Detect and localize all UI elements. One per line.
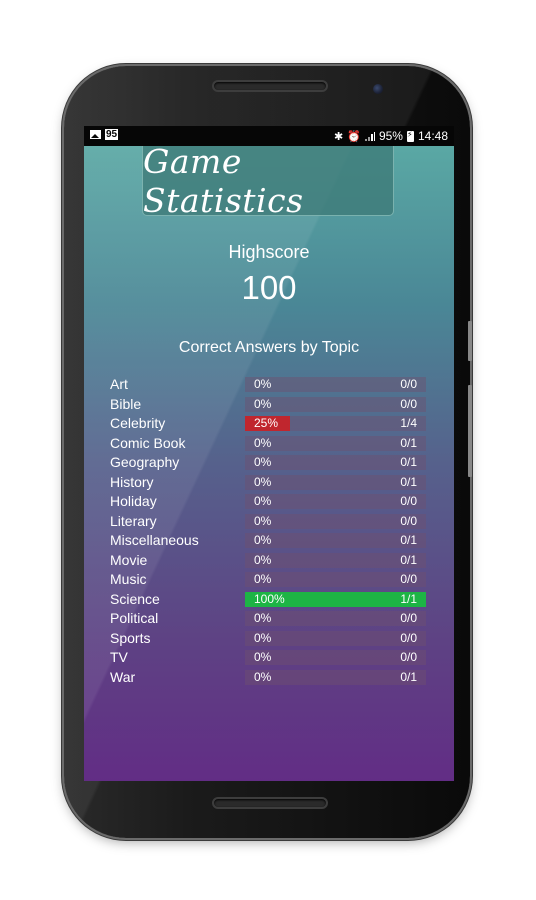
topic-row: Miscellaneous 0% 0/1 bbox=[110, 532, 430, 552]
signal-icon bbox=[364, 131, 375, 141]
topic-name: Music bbox=[110, 571, 147, 587]
topic-progress-bar: 0% 0/1 bbox=[245, 552, 426, 568]
topic-row: Science 100% 1/1 bbox=[110, 591, 430, 611]
topic-ratio: 0/0 bbox=[400, 396, 417, 411]
topic-row: History 0% 0/1 bbox=[110, 474, 430, 494]
topic-row: Bible 0% 0/0 bbox=[110, 396, 430, 416]
topic-row: Holiday 0% 0/0 bbox=[110, 493, 430, 513]
topic-progress-bar: 0% 0/0 bbox=[245, 611, 426, 626]
topic-row: War 0% 0/1 bbox=[110, 669, 430, 689]
topic-ratio: 0/0 bbox=[400, 513, 417, 528]
topic-ratio: 1/4 bbox=[400, 416, 417, 430]
topic-percent: 0% bbox=[254, 455, 272, 469]
topic-progress-bar: 25% 1/4 bbox=[245, 416, 426, 431]
game-statistics-screen: Game Statistics Highscore 100 Correct An… bbox=[84, 142, 454, 781]
topic-progress-bar: 0% 0/0 bbox=[245, 513, 426, 529]
topic-ratio: 0/0 bbox=[400, 630, 417, 645]
topic-percent: 0% bbox=[254, 552, 272, 567]
bottom-speaker bbox=[212, 797, 328, 809]
page-title: Game Statistics bbox=[143, 141, 304, 220]
title-banner: Game Statistics bbox=[142, 142, 394, 220]
topic-percent: 25% bbox=[254, 416, 279, 430]
topic-row: Comic Book 0% 0/1 bbox=[110, 435, 430, 455]
topic-name: Miscellaneous bbox=[110, 532, 199, 548]
topic-ratio: 0/1 bbox=[400, 533, 417, 547]
topic-name: Literary bbox=[110, 512, 157, 529]
topic-name: Holiday bbox=[110, 493, 157, 509]
section-title: Correct Answers by Topic bbox=[178, 339, 360, 356]
topic-progress-bar: 0% 0/0 bbox=[245, 494, 426, 509]
topic-row: Art 0% 0/0 bbox=[110, 376, 430, 396]
topic-name: Celebrity bbox=[110, 415, 166, 431]
topic-progress-bar: 0% 0/1 bbox=[245, 455, 426, 470]
topic-progress-bar: 0% 0/1 bbox=[245, 435, 426, 451]
topic-name: Sports bbox=[110, 629, 151, 646]
topic-ratio: 0/0 bbox=[400, 572, 417, 586]
topic-ratio: 0/1 bbox=[400, 455, 417, 469]
topic-percent: 0% bbox=[254, 494, 272, 508]
topic-name: Political bbox=[110, 610, 159, 626]
topic-name: War bbox=[110, 668, 136, 685]
topic-name: Bible bbox=[110, 395, 142, 412]
topic-progress-bar: 100% 1/1 bbox=[245, 591, 426, 607]
power-button[interactable] bbox=[468, 321, 472, 361]
topic-ratio: 0/1 bbox=[400, 669, 417, 684]
highscore-value: 100 bbox=[241, 269, 297, 306]
notification-badge: 95 bbox=[105, 129, 119, 140]
topic-ratio: 1/1 bbox=[400, 591, 417, 606]
topic-name: TV bbox=[110, 649, 128, 665]
screen: 95 ✱ ⏰ 95% 14:48 Game Statistics Highsco… bbox=[84, 126, 454, 781]
topic-row: Music 0% 0/0 bbox=[110, 571, 430, 591]
topic-ratio: 0/0 bbox=[400, 650, 417, 664]
topic-progress-bar: 0% 0/0 bbox=[245, 650, 426, 665]
topic-percent: 100% bbox=[254, 591, 285, 606]
volume-button[interactable] bbox=[468, 385, 472, 477]
topic-percent: 0% bbox=[254, 377, 272, 391]
topic-percent: 0% bbox=[254, 396, 272, 411]
topic-progress-bar: 0% 0/0 bbox=[245, 572, 426, 587]
topic-percent: 0% bbox=[254, 474, 272, 489]
clock: 14:48 bbox=[417, 129, 448, 143]
earpiece-speaker bbox=[212, 80, 328, 92]
topic-name: Movie bbox=[110, 551, 148, 568]
topic-ratio: 0/0 bbox=[400, 494, 417, 508]
topic-name: Science bbox=[110, 590, 160, 607]
topic-percent: 0% bbox=[254, 630, 272, 645]
highscore-label: Highscore bbox=[228, 242, 310, 262]
topic-row: Geography 0% 0/1 bbox=[110, 454, 430, 474]
topic-ratio: 0/0 bbox=[400, 377, 417, 391]
topic-row: Literary 0% 0/0 bbox=[110, 513, 430, 533]
topic-name: Art bbox=[110, 376, 128, 392]
topic-row: Celebrity 25% 1/4 bbox=[110, 415, 430, 435]
topic-row: Movie 0% 0/1 bbox=[110, 552, 430, 572]
topic-progress-bar: 0% 0/1 bbox=[245, 669, 426, 685]
topic-progress-bar: 0% 0/0 bbox=[245, 396, 426, 412]
topic-progress-bar: 0% 0/1 bbox=[245, 533, 426, 548]
topic-row: TV 0% 0/0 bbox=[110, 649, 430, 669]
topic-percent: 0% bbox=[254, 513, 272, 528]
topic-progress-bar: 0% 0/1 bbox=[245, 474, 426, 490]
topic-name: History bbox=[110, 473, 154, 490]
topic-list: Art 0% 0/0 Bible 0% 0/0 Celebrity 25% 1/4 Comic B… bbox=[110, 376, 430, 688]
topic-ratio: 0/1 bbox=[400, 552, 417, 567]
topic-percent: 0% bbox=[254, 650, 272, 664]
topic-row: Sports 0% 0/0 bbox=[110, 630, 430, 650]
topic-progress-bar: 0% 0/0 bbox=[245, 377, 426, 392]
topic-name: Geography bbox=[110, 454, 180, 470]
image-icon bbox=[90, 130, 101, 139]
topic-ratio: 0/1 bbox=[400, 435, 417, 450]
topic-ratio: 0/1 bbox=[400, 474, 417, 489]
topic-name: Comic Book bbox=[110, 434, 186, 451]
topic-ratio: 0/0 bbox=[400, 611, 417, 625]
topic-percent: 0% bbox=[254, 611, 272, 625]
topic-percent: 0% bbox=[254, 572, 272, 586]
topic-percent: 0% bbox=[254, 669, 272, 684]
front-camera bbox=[373, 84, 383, 94]
topic-percent: 0% bbox=[254, 533, 272, 547]
topic-progress-bar: 0% 0/0 bbox=[245, 630, 426, 646]
topic-percent: 0% bbox=[254, 435, 272, 450]
topic-row: Political 0% 0/0 bbox=[110, 610, 430, 630]
battery-charging-icon bbox=[406, 130, 414, 142]
